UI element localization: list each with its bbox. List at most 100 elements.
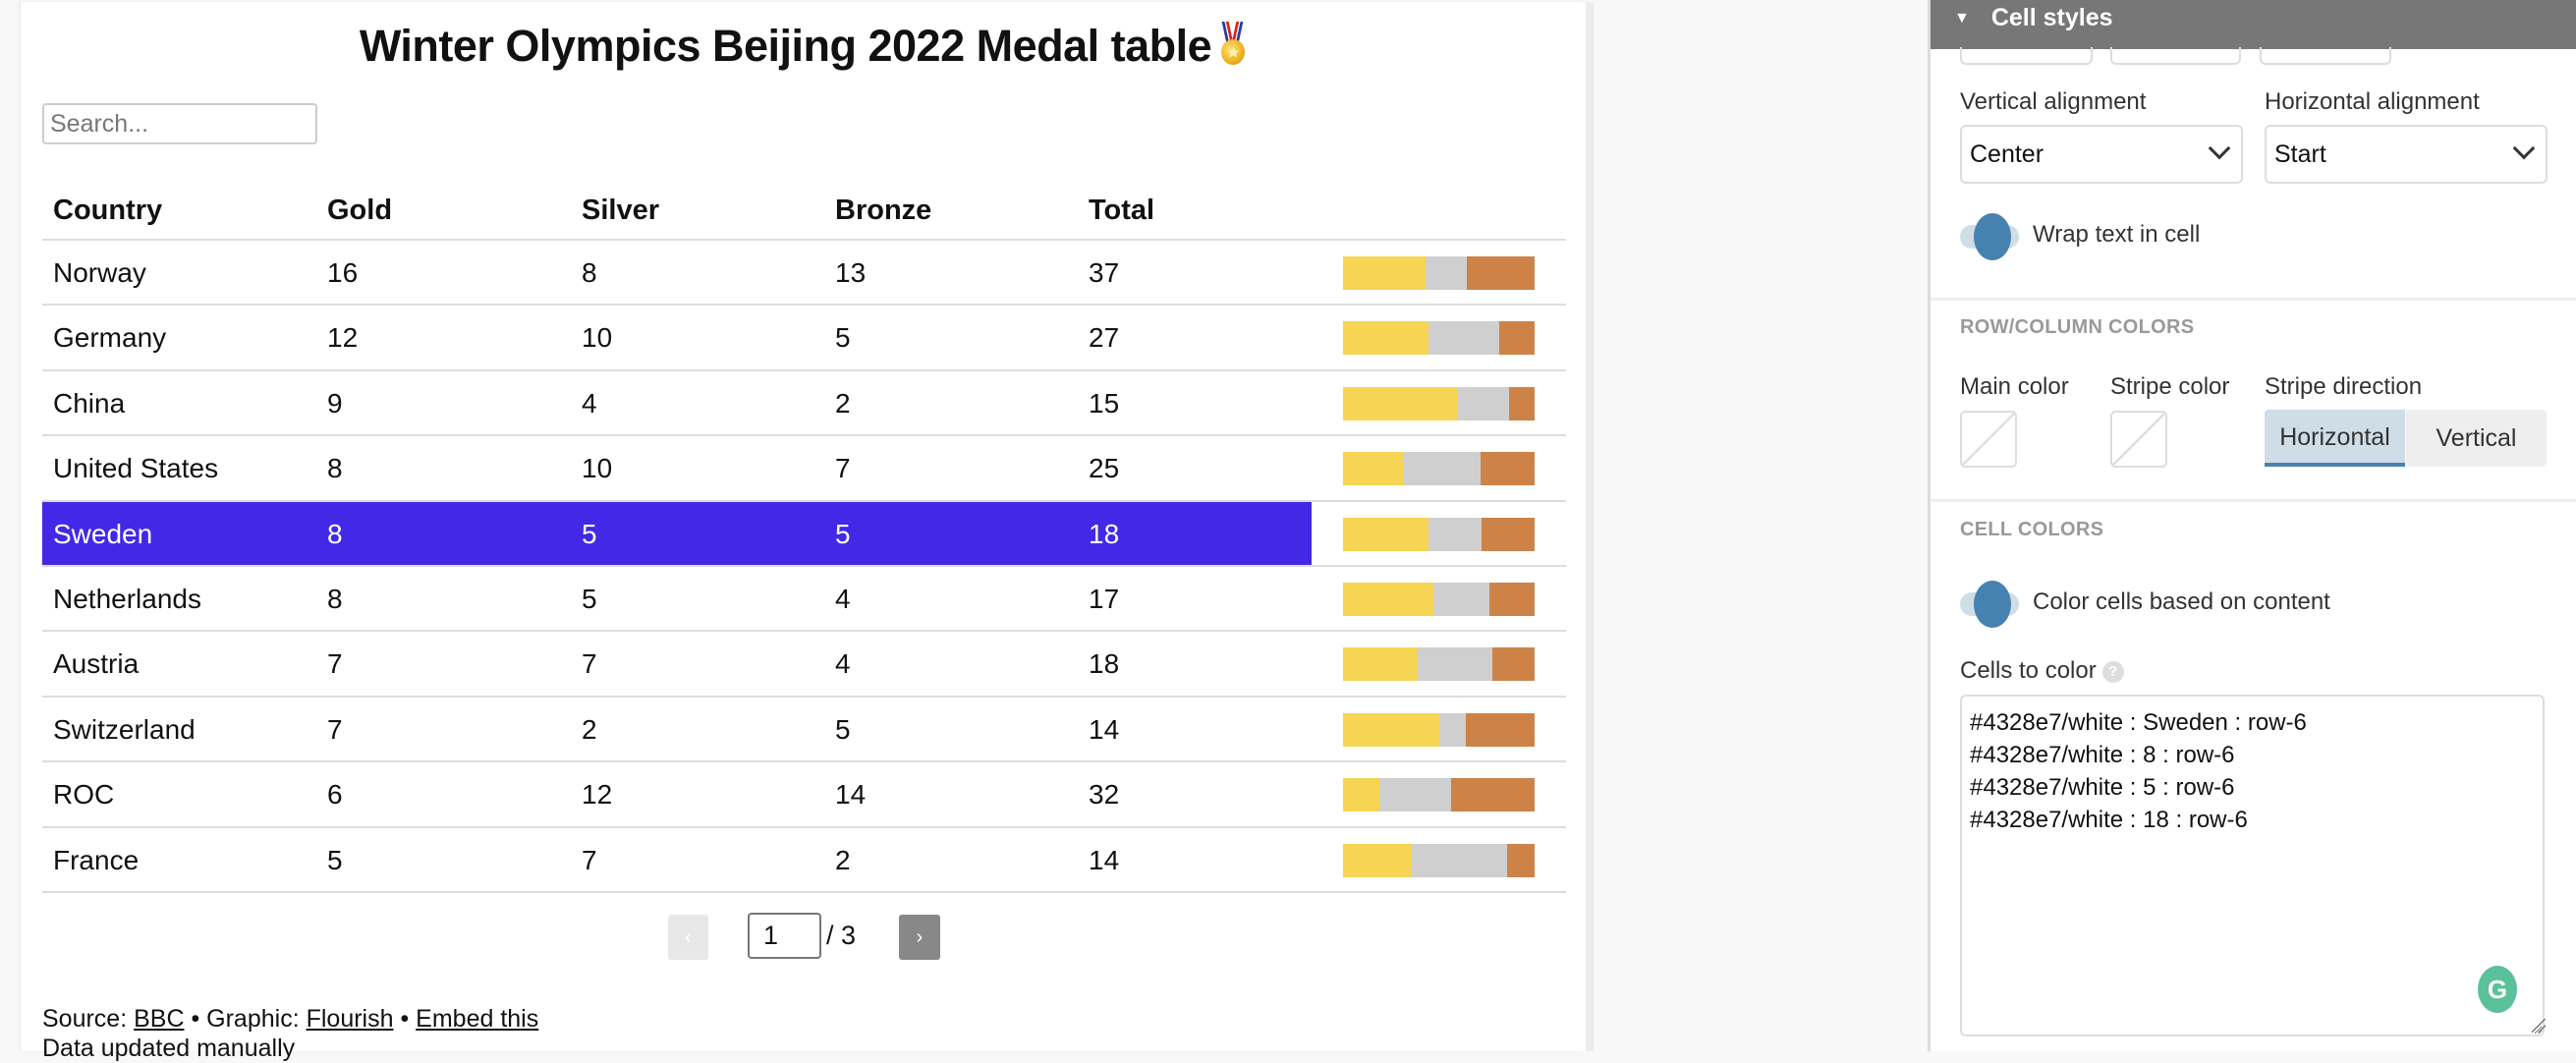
cell-styles-header[interactable]: ▼ Cell styles bbox=[1931, 0, 2576, 49]
main-color-swatch[interactable] bbox=[1960, 411, 2017, 468]
previous-page-button[interactable]: ‹ bbox=[668, 915, 708, 960]
cell-gold: 9 bbox=[327, 387, 343, 419]
bar-segment-bronze bbox=[1491, 647, 1535, 682]
table-row: Norway 16 8 13 37 bbox=[42, 241, 1566, 307]
table-row: Germany 12 10 5 27 bbox=[42, 306, 1566, 371]
cell-total: 37 bbox=[1089, 257, 1120, 288]
field-stub-2[interactable] bbox=[2110, 47, 2241, 65]
column-header-silver[interactable]: Silver bbox=[582, 195, 659, 227]
table-header-row: Country Gold Silver Bronze Total bbox=[42, 181, 1566, 241]
medal-share-bar bbox=[1343, 321, 1535, 356]
cell-country: Norway bbox=[53, 257, 146, 288]
help-icon[interactable]: ? bbox=[2101, 661, 2124, 683]
cell-gold: 8 bbox=[327, 518, 343, 549]
cell-gold: 6 bbox=[327, 779, 343, 811]
stripe-direction-vertical[interactable]: Vertical bbox=[2406, 410, 2547, 467]
cell-country: United States bbox=[53, 453, 219, 484]
bar-segment-gold bbox=[1343, 843, 1412, 877]
cell-colors-title: CELL COLORS bbox=[1960, 519, 2104, 540]
bar-segment-bronze bbox=[1489, 582, 1535, 616]
cell-gold: 7 bbox=[327, 713, 343, 745]
column-header-total[interactable]: Total bbox=[1089, 195, 1154, 227]
graphic-link[interactable]: Flourish bbox=[307, 1005, 394, 1033]
cell-bronze: 7 bbox=[835, 453, 851, 484]
cell-country: Switzerland bbox=[53, 713, 196, 745]
cells-to-color-textarea[interactable] bbox=[1960, 695, 2545, 1036]
bar-segment-silver bbox=[1428, 517, 1482, 551]
table-body: Norway 16 8 13 37 Germany 12 10 5 27 China 9 4 2 15 Uni… bbox=[42, 241, 1566, 893]
cells-to-color-text: Cells to color bbox=[1960, 657, 2097, 684]
color-cells-toggle[interactable] bbox=[1960, 581, 2027, 628]
next-page-button[interactable]: › bbox=[899, 915, 940, 960]
visualization-preview: Winter Olympics Beijing 2022 Medal table… bbox=[21, 2, 1586, 1062]
cell-gold: 16 bbox=[327, 257, 359, 288]
page-total: / 3 bbox=[826, 921, 857, 950]
cell-gold: 8 bbox=[327, 583, 343, 614]
cell-gold: 8 bbox=[327, 453, 343, 484]
bar-segment-bronze bbox=[1467, 256, 1535, 290]
medal-share-bar bbox=[1343, 843, 1535, 877]
cells-to-color-label: Cells to color? bbox=[1960, 657, 2124, 685]
section-divider bbox=[1931, 298, 2576, 301]
bar-segment-silver bbox=[1404, 452, 1482, 486]
title-text: Winter Olympics Beijing 2022 Medal table bbox=[359, 21, 1212, 71]
bar-segment-bronze bbox=[1450, 778, 1535, 812]
column-header-bronze[interactable]: Bronze bbox=[835, 195, 931, 227]
field-stub-1[interactable] bbox=[1960, 47, 2093, 65]
footer-note: Data updated manually bbox=[42, 1035, 296, 1062]
cell-bronze: 14 bbox=[835, 779, 867, 811]
cell-total: 27 bbox=[1089, 322, 1120, 354]
cell-gold: 12 bbox=[327, 322, 359, 354]
medal-share-bar bbox=[1343, 647, 1535, 682]
cell-total: 17 bbox=[1089, 583, 1120, 614]
settings-panel: ▼ Cell styles Vertical alignment Center H… bbox=[1928, 0, 2576, 1051]
medal-table: Country Gold Silver Bronze Total Norway 1… bbox=[42, 181, 1566, 893]
cell-silver: 7 bbox=[582, 648, 597, 680]
horizontal-alignment-select[interactable]: Start bbox=[2265, 125, 2548, 184]
horizontal-alignment-value: Start bbox=[2274, 140, 2326, 168]
cell-country: Sweden bbox=[53, 518, 153, 549]
cell-bronze: 5 bbox=[835, 518, 851, 549]
column-header-country[interactable]: Country bbox=[53, 195, 162, 227]
cell-total: 14 bbox=[1089, 713, 1120, 745]
cell-bronze: 4 bbox=[835, 583, 851, 614]
source-link[interactable]: BBC bbox=[134, 1005, 184, 1033]
cell-country: Germany bbox=[53, 322, 167, 354]
embed-link[interactable]: Embed this bbox=[416, 1005, 538, 1033]
chevron-down-icon bbox=[2208, 137, 2231, 160]
column-header-gold[interactable]: Gold bbox=[327, 195, 392, 227]
cell-bronze: 2 bbox=[835, 387, 851, 419]
stripe-color-swatch[interactable] bbox=[2110, 411, 2167, 468]
row-highlight bbox=[42, 501, 1312, 565]
table-row: Austria 7 7 4 18 bbox=[42, 632, 1566, 698]
cell-bronze: 5 bbox=[835, 322, 851, 354]
pagination: ‹ / 3 › bbox=[21, 913, 1586, 962]
footer-source-line: Source: BBC • Graphic: Flourish • Embed … bbox=[42, 1004, 538, 1034]
section-divider bbox=[1931, 499, 2576, 502]
footer: Source: BBC • Graphic: Flourish • Embed … bbox=[42, 1004, 538, 1063]
bar-segment-gold bbox=[1343, 386, 1458, 420]
cell-silver: 2 bbox=[582, 713, 597, 745]
cell-bronze: 2 bbox=[835, 844, 851, 875]
cell-bronze: 13 bbox=[835, 257, 867, 288]
cell-country: France bbox=[53, 844, 140, 875]
source-prefix: Source: bbox=[42, 1005, 135, 1033]
field-stub-3[interactable] bbox=[2260, 47, 2391, 65]
resize-handle-icon[interactable] bbox=[2532, 1019, 2546, 1033]
bar-segment-gold bbox=[1343, 582, 1433, 616]
stripe-direction-horizontal[interactable]: Horizontal bbox=[2265, 410, 2405, 467]
bar-segment-silver bbox=[1438, 712, 1467, 747]
horizontal-alignment-label: Horizontal alignment bbox=[2265, 88, 2480, 115]
stripe-color-label: Stripe color bbox=[2110, 373, 2230, 400]
medal-share-bar bbox=[1343, 452, 1535, 486]
grammarly-icon[interactable]: G bbox=[2478, 966, 2517, 1013]
wrap-text-label: Wrap text in cell bbox=[2033, 221, 2201, 248]
cell-country: China bbox=[53, 387, 126, 419]
table-row: Sweden 8 5 5 18 bbox=[42, 501, 1566, 567]
page-number-input[interactable] bbox=[748, 913, 821, 959]
bar-segment-silver bbox=[1428, 321, 1499, 356]
vertical-alignment-select[interactable]: Center bbox=[1960, 125, 2243, 184]
wrap-text-toggle[interactable] bbox=[1960, 213, 2027, 260]
preview-scrollbar[interactable] bbox=[1586, 2, 1594, 1051]
search-input[interactable] bbox=[42, 103, 317, 144]
